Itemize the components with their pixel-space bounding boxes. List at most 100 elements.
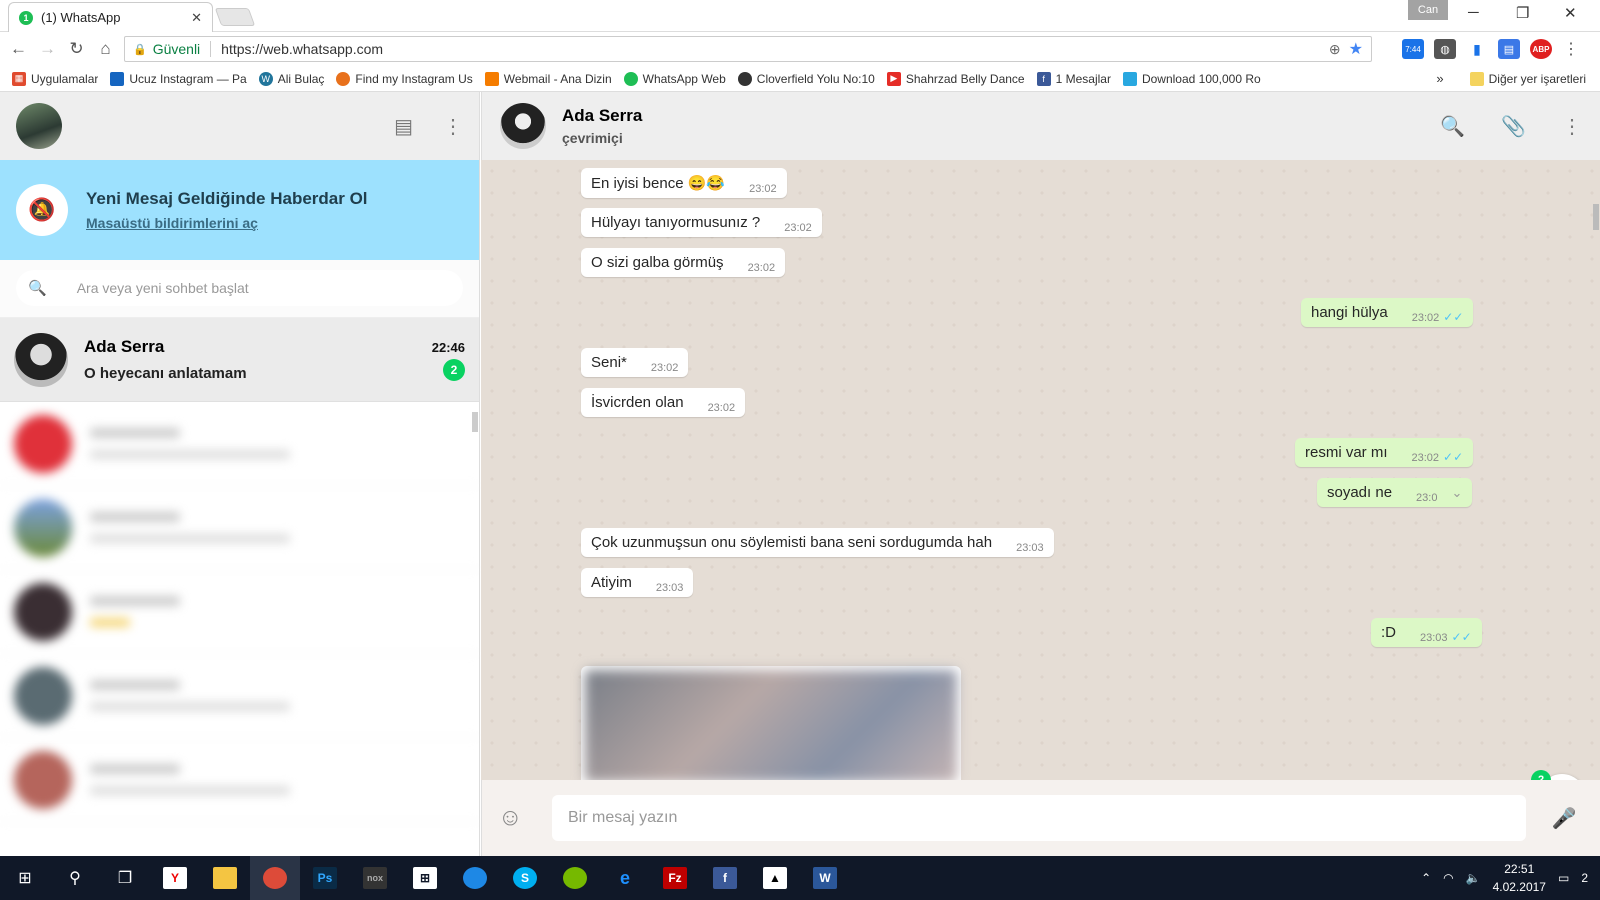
menu-icon[interactable]: ⋮ <box>1562 114 1582 139</box>
bookmark-item[interactable]: Cloverfield Yolu No:10 <box>737 71 875 86</box>
bookmark-item[interactable]: Download 100,000 Ro <box>1122 71 1261 86</box>
photos-icon[interactable]: ▲ <box>750 856 800 900</box>
word-icon[interactable]: W <box>800 856 850 900</box>
message-input[interactable]: Bir mesaj yazın <box>552 795 1526 841</box>
search-icon[interactable]: ⚲ <box>50 856 100 900</box>
minimize-icon[interactable]: ─ <box>1468 4 1479 21</box>
bookmark-chart-icon <box>110 71 125 86</box>
image-message[interactable] <box>581 666 961 780</box>
windows-taskbar: ⊞ ⚲ ❐ Y Ps nox ⊞ S e Fz f ▲ W ⌃ ◠ 🔈 22:5… <box>0 856 1600 900</box>
bookmark-item[interactable]: WhatsApp Web <box>623 71 726 86</box>
forward-icon[interactable]: → <box>33 39 62 59</box>
close-window-icon[interactable]: ✕ <box>1564 4 1577 22</box>
microphone-icon[interactable]: 🎤 <box>1544 806 1584 831</box>
maximize-icon[interactable]: ❐ <box>1516 4 1529 22</box>
task-view-icon[interactable]: ❐ <box>100 856 150 900</box>
contact-status: çevrimiçi <box>562 130 623 146</box>
message-in[interactable]: Çok uzunmuşsun onu söylemisti bana seni … <box>581 528 1054 557</box>
chrome-menu-icon[interactable]: ⋮ <box>1560 39 1582 59</box>
message-out[interactable]: resmi var mı 23:02 ✓✓ <box>1295 438 1474 467</box>
bookmark-item[interactable]: W Ali Bulaç <box>258 71 324 86</box>
other-bookmarks[interactable]: Diğer yer işaretleri <box>1469 71 1586 86</box>
message-in[interactable]: Atiyim 23:03 <box>581 568 694 597</box>
back-icon[interactable]: ← <box>4 39 33 59</box>
app-icon[interactable] <box>450 856 500 900</box>
message-out[interactable]: hangi hülya 23:02 ✓✓ <box>1301 298 1474 327</box>
list-item[interactable] <box>0 654 479 738</box>
facebook-icon[interactable]: f <box>700 856 750 900</box>
bookmark-item[interactable]: Ucuz Instagram — Pa <box>110 71 247 86</box>
bookmark-item[interactable]: Webmail - Ana Dizin <box>484 71 612 86</box>
my-avatar[interactable] <box>16 103 62 149</box>
conversation-scrollbar[interactable] <box>1593 204 1599 230</box>
photoshop-icon[interactable]: Ps <box>300 856 350 900</box>
yandex-icon[interactable]: Y <box>150 856 200 900</box>
bookmark-item[interactable]: Find my Instagram Us <box>336 71 473 86</box>
store-icon[interactable]: ⊞ <box>400 856 450 900</box>
lock-icon: 🔒 <box>133 43 147 56</box>
chrome-icon[interactable] <box>250 856 300 900</box>
system-tray: ⌃ ◠ 🔈 22:51 4.02.2017 ▭ 2 <box>1421 860 1600 896</box>
windows-start-icon[interactable]: ⊞ <box>0 856 50 900</box>
search-icon[interactable]: 🔍 <box>1440 114 1465 139</box>
nox-icon[interactable]: nox <box>350 856 400 900</box>
omnibox-divider <box>210 41 212 57</box>
bookmark-item[interactable]: ▶ Shahrzad Belly Dance <box>886 71 1025 86</box>
enable-notifications-link[interactable]: Masaüstü bildirimlerini aç <box>86 215 368 231</box>
chevron-up-icon[interactable]: ⌃ <box>1421 871 1431 885</box>
list-item[interactable] <box>0 486 479 570</box>
reload-icon[interactable]: ↻ <box>62 39 91 59</box>
extension-chart-icon[interactable]: ▮ <box>1466 39 1488 59</box>
new-chat-icon[interactable]: ▤ <box>394 114 413 139</box>
film-reel-icon <box>737 71 752 86</box>
message-out[interactable]: :D 23:03 ✓✓ <box>1371 618 1482 647</box>
bookmark-star-icon[interactable]: ★ <box>1349 39 1363 59</box>
cpanel-icon <box>484 71 499 86</box>
home-icon[interactable]: ⌂ <box>91 39 120 59</box>
list-item[interactable] <box>0 738 479 822</box>
notification-banner[interactable]: 🔕 Yeni Mesaj Geldiğinde Haberdar Ol Masa… <box>0 160 479 260</box>
unread-badge: 2 <box>443 358 465 381</box>
wifi-icon[interactable]: ◠ <box>1443 871 1453 885</box>
contact-name[interactable]: Ada Serra <box>562 106 642 126</box>
message-in[interactable]: O sizi galba görmüş 23:02 <box>581 248 786 277</box>
emoji-icon[interactable]: ☺ <box>498 804 538 832</box>
bookmark-apps[interactable]: ▦ Uygulamalar <box>12 71 98 86</box>
message-in[interactable]: En iyisi bence 😄😂 23:02 <box>581 168 787 198</box>
message-out[interactable]: soyadı ne 23:0 ⌄ <box>1317 478 1473 507</box>
message-in[interactable]: Seni* 23:02 <box>581 348 689 377</box>
adblock-icon[interactable]: ABP <box>1530 39 1552 59</box>
message-in[interactable]: İsvicrden olan 23:02 <box>581 388 746 417</box>
close-tab-icon[interactable]: ✕ <box>191 10 202 26</box>
extension-calendar-icon[interactable]: 7:44 <box>1402 39 1424 59</box>
attach-icon[interactable]: 📎 <box>1501 114 1526 139</box>
address-bar[interactable]: 🔒 Güvenli https://web.whatsapp.com ⊕ ★ <box>124 36 1372 62</box>
volume-icon[interactable]: 🔈 <box>1466 871 1481 885</box>
action-center-icon[interactable]: ▭ <box>1558 871 1569 885</box>
browser-tab[interactable]: 1 (1) WhatsApp ✕ <box>8 2 213 32</box>
skype-icon[interactable]: S <box>500 856 550 900</box>
new-tab-button[interactable] <box>214 8 256 26</box>
scroll-unread-badge: 2 <box>1531 770 1551 780</box>
folder-icon <box>1469 71 1484 86</box>
chat-item-ada-serra[interactable]: Ada Serra 22:46 O heyecanı anlatamam 2 <box>0 318 479 402</box>
file-explorer-icon[interactable] <box>200 856 250 900</box>
clock[interactable]: 22:51 4.02.2017 <box>1493 860 1546 896</box>
extension-save-icon[interactable]: ▤ <box>1498 39 1520 59</box>
edge-icon[interactable]: e <box>600 856 650 900</box>
extension-globe-icon[interactable]: ◍ <box>1434 39 1456 59</box>
zoom-icon[interactable]: ⊕ <box>1329 41 1341 58</box>
contact-avatar[interactable] <box>500 103 546 149</box>
menu-icon[interactable]: ⋮ <box>443 114 463 139</box>
list-item[interactable] <box>0 402 479 486</box>
message-in[interactable]: Hülyayı tanıyormusunız ? 23:02 <box>581 208 822 237</box>
bookmarks-overflow-icon[interactable]: » <box>1436 71 1443 86</box>
chat-list-scrollbar[interactable] <box>472 412 478 432</box>
profile-badge[interactable]: Can <box>1408 0 1448 20</box>
list-item[interactable] <box>0 570 479 654</box>
search-input[interactable]: 🔍 Ara veya yeni sohbet başlat <box>16 270 463 306</box>
bookmark-item[interactable]: f1 Mesajlar <box>1036 71 1111 86</box>
chevron-down-icon[interactable]: ⌄ <box>1451 485 1462 501</box>
filezilla-icon[interactable]: Fz <box>650 856 700 900</box>
utorrent-icon[interactable] <box>550 856 600 900</box>
